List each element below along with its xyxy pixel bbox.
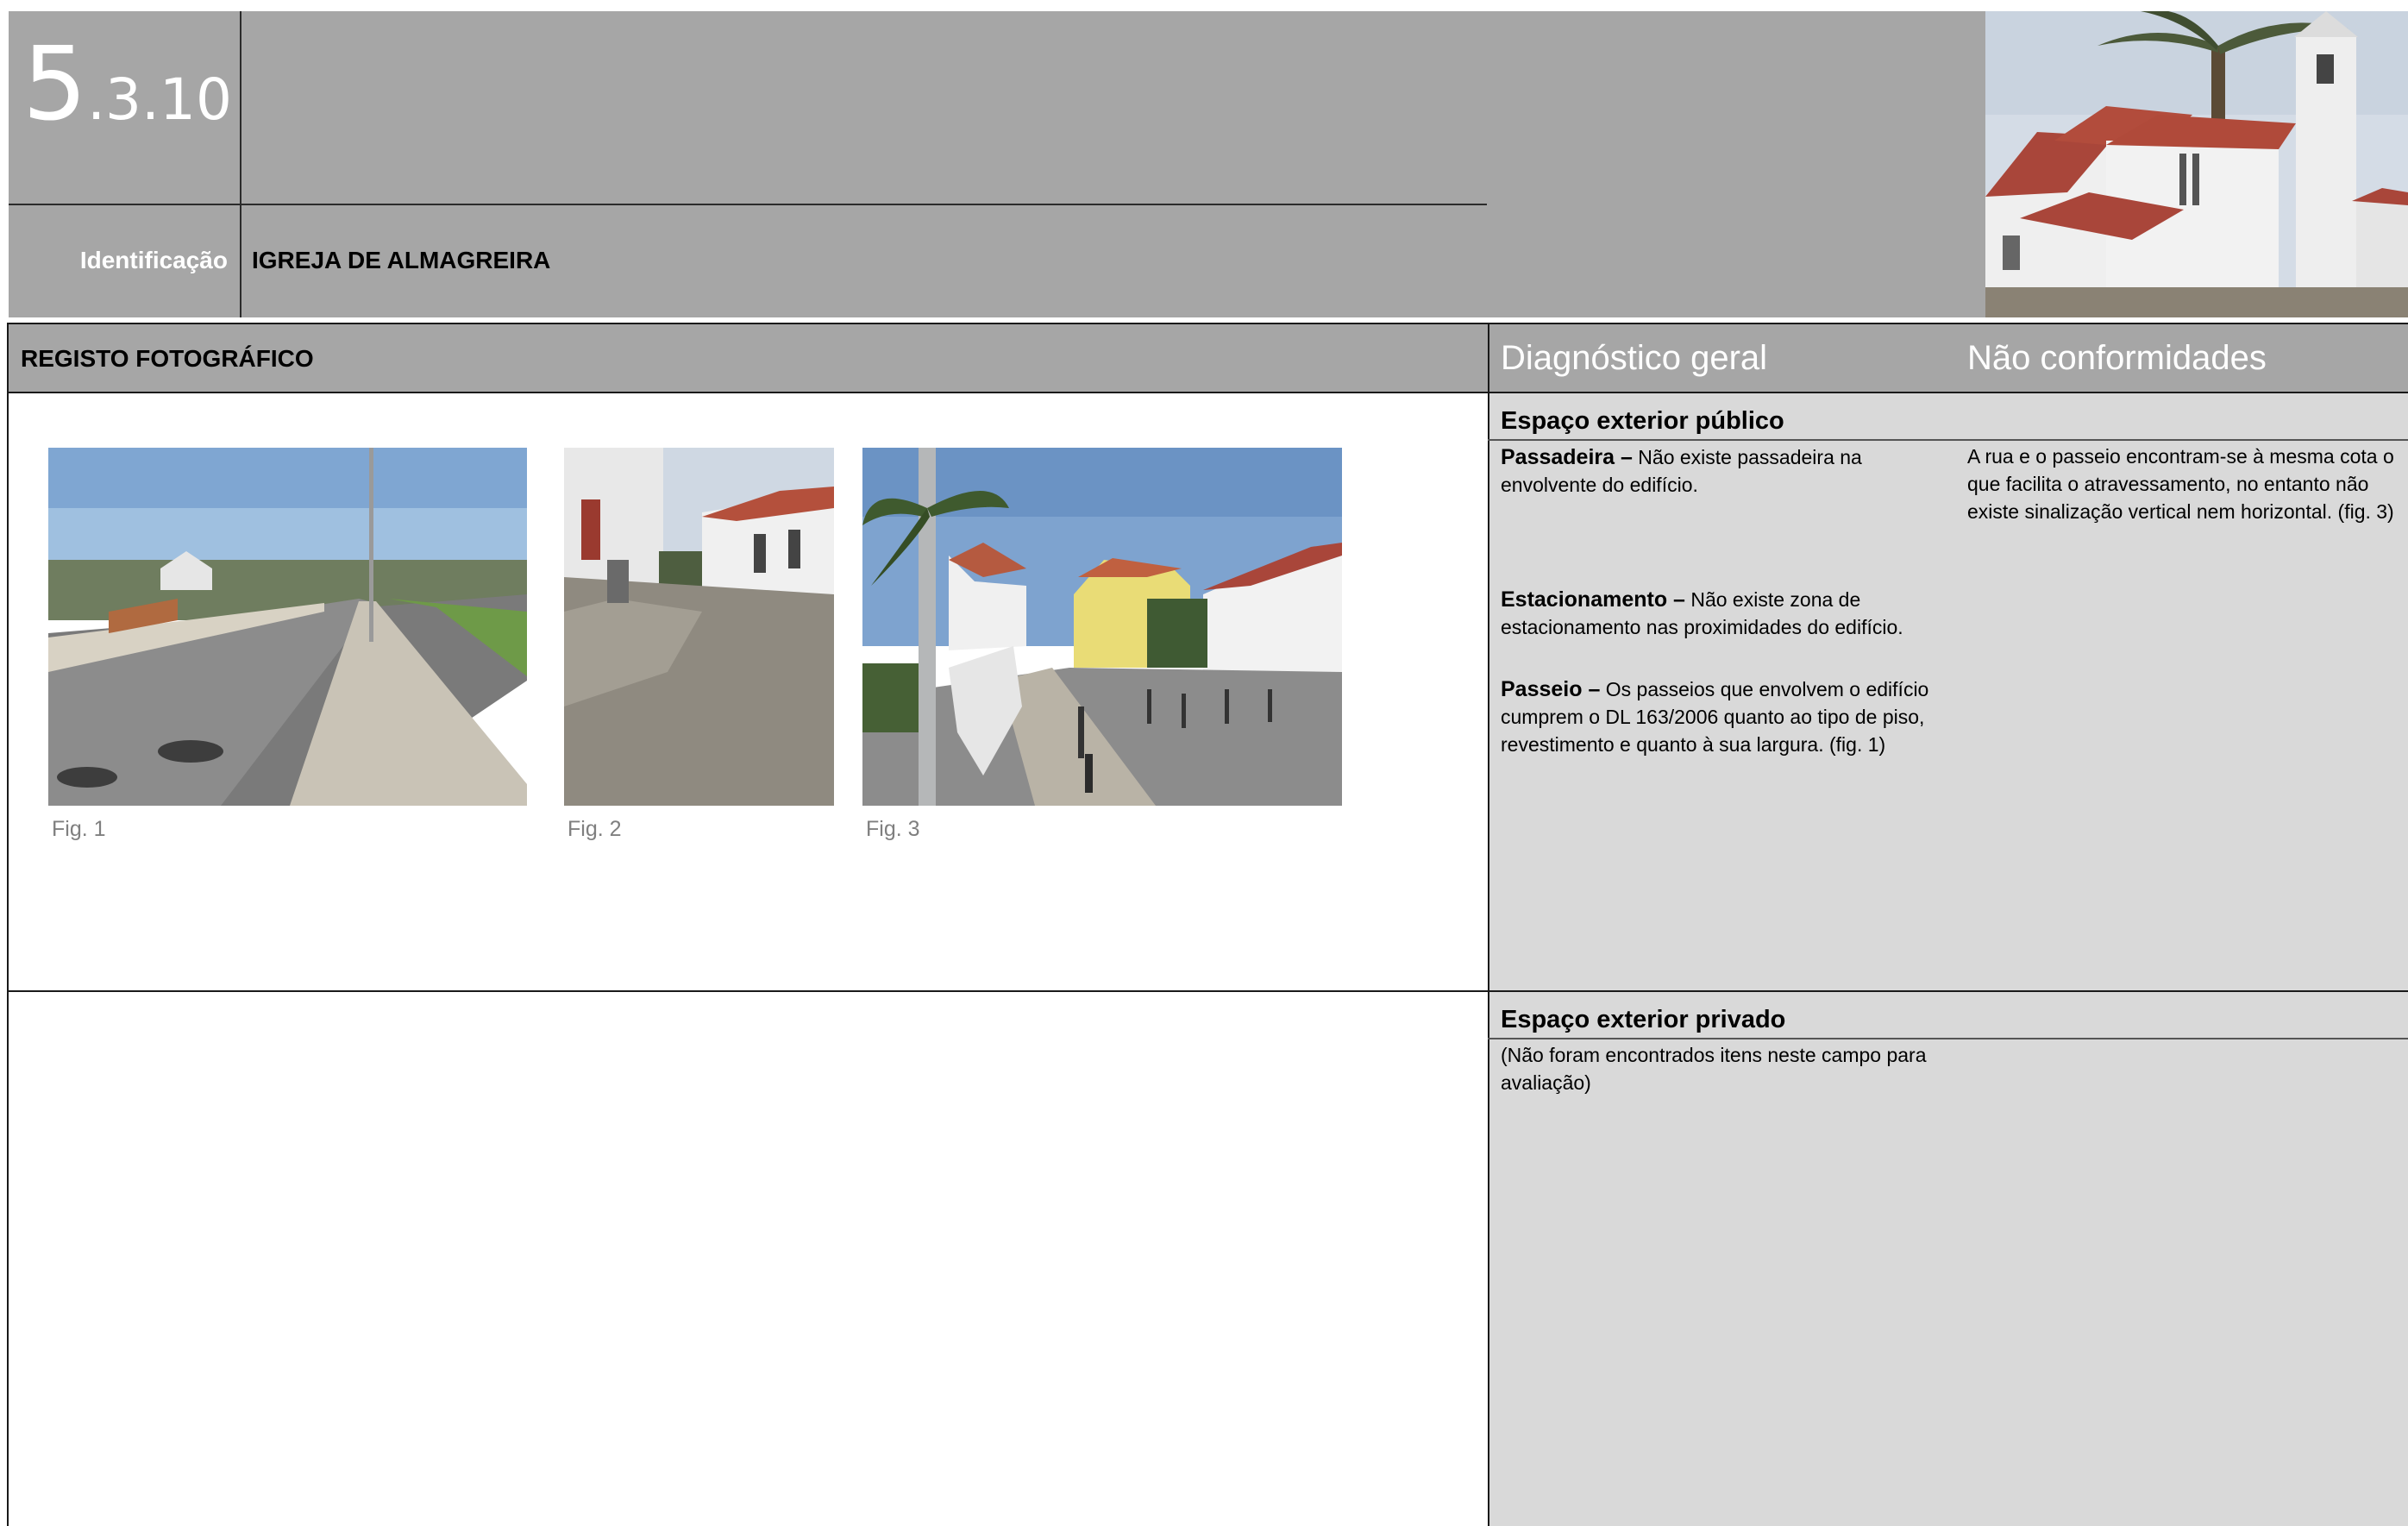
figure-3-caption: Fig. 3: [866, 817, 920, 841]
passeio-paragraph: Passeio – Os passeios que envolvem o edi…: [1501, 675, 1949, 758]
private-space-rule: [1488, 1038, 2408, 1039]
estacionamento-paragraph: Estacionamento – Não existe zona de esta…: [1501, 586, 1949, 641]
header-divider-horizontal: [9, 204, 1487, 205]
header-divider-vertical: [240, 11, 241, 317]
right-row-divider: [1488, 990, 2408, 992]
identification-value: IGREJA DE ALMAGREIRA: [252, 247, 551, 273]
non-conformity-text: A rua e o passeio encontram-se à mesma c…: [1967, 445, 2394, 523]
figure-2-photo: [564, 448, 834, 806]
diagnosis-title: Diagnóstico geral: [1501, 339, 1768, 377]
left-row-divider: [7, 990, 1489, 992]
figure-3-photo: [862, 448, 1342, 806]
figure-1-photo: [48, 448, 527, 806]
public-space-rule: [1488, 439, 2408, 441]
church-photo: [1985, 11, 2408, 317]
identification-label: Identificação: [79, 247, 228, 273]
public-space-heading: Espaço exterior público: [1501, 407, 1784, 435]
passadeira-paragraph: Passadeira – Não existe passadeira na en…: [1501, 443, 1949, 499]
private-space-heading: Espaço exterior privado: [1501, 1006, 1786, 1033]
section-number-sub: .3.10: [87, 66, 233, 133]
estacionamento-term: Estacionamento –: [1501, 587, 1685, 612]
photo-register-title: REGISTO FOTOGRÁFICO: [21, 345, 314, 372]
non-conformities-title: Não conformidades: [1967, 339, 2267, 377]
figure-1-caption: Fig. 1: [52, 817, 106, 841]
section-number: 5.3.10: [22, 33, 232, 135]
passadeira-term: Passadeira –: [1501, 445, 1633, 469]
private-space-text: (Não foram encontrados itens neste campo…: [1501, 1044, 1927, 1094]
section-number-main: 5: [22, 24, 88, 143]
passeio-term: Passeio –: [1501, 677, 1601, 701]
figure-2-caption: Fig. 2: [568, 817, 622, 841]
